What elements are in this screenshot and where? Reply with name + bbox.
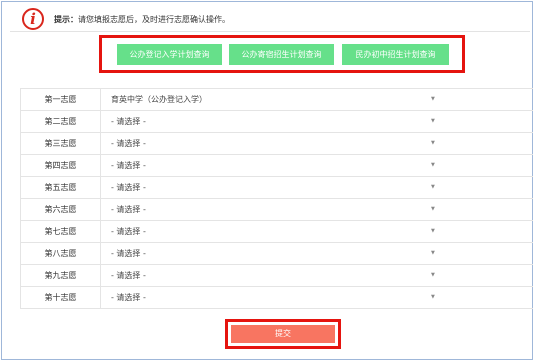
preference-label: 第二志愿: [21, 111, 101, 132]
chevron-down-icon: ▼: [431, 140, 435, 146]
preference-select-2[interactable]: - 请选择 - ▼: [101, 111, 533, 132]
preference-label: 第九志愿: [21, 265, 101, 286]
preference-select-3[interactable]: - 请选择 - ▼: [101, 133, 533, 154]
preference-select-1[interactable]: 育英中学（公办登记入学） ▼: [101, 89, 533, 110]
select-value: - 请选择 -: [111, 161, 146, 170]
preference-table: 第一志愿 育英中学（公办登记入学） ▼ 第二志愿 - 请选择 - ▼ 第三志愿 - …: [20, 88, 533, 309]
chevron-down-icon: ▼: [431, 118, 435, 124]
preference-label: 第五志愿: [21, 177, 101, 198]
preference-row-4: 第四志愿 - 请选择 - ▼: [21, 155, 533, 177]
preference-label: 第八志愿: [21, 243, 101, 264]
chevron-down-icon: ▼: [431, 96, 435, 102]
select-value: 育英中学（公办登记入学）: [111, 95, 207, 104]
select-value: - 请选择 -: [111, 205, 146, 214]
select-value: - 请选择 -: [111, 117, 146, 126]
chevron-down-icon: ▼: [431, 184, 435, 190]
preference-select-7[interactable]: - 请选择 - ▼: [101, 221, 533, 242]
select-value: - 请选择 -: [111, 227, 146, 236]
page-frame: i 提示：请您填报志愿后，及时进行志愿确认操作。 公办登记入学计划查询 公办寄宿…: [1, 1, 533, 360]
submit-highlight: 提交: [225, 319, 341, 349]
preference-label: 第十志愿: [21, 287, 101, 308]
preference-label: 第七志愿: [21, 221, 101, 242]
tip-text: 请您填报志愿后，及时进行志愿确认操作。: [78, 15, 230, 24]
preference-row-3: 第三志愿 - 请选择 - ▼: [21, 133, 533, 155]
chevron-down-icon: ▼: [431, 162, 435, 168]
chevron-down-icon: ▼: [431, 206, 435, 212]
preference-row-9: 第九志愿 - 请选择 - ▼: [21, 265, 533, 287]
preference-label: 第四志愿: [21, 155, 101, 176]
chevron-down-icon: ▼: [431, 228, 435, 234]
select-value: - 请选择 -: [111, 183, 146, 192]
preference-select-5[interactable]: - 请选择 - ▼: [101, 177, 533, 198]
select-value: - 请选择 -: [111, 293, 146, 302]
divider: [10, 31, 530, 32]
private-junior-high-plan-query-button[interactable]: 民办初中招生计划查询: [342, 44, 449, 65]
chevron-down-icon: ▼: [431, 272, 435, 278]
preference-label: 第三志愿: [21, 133, 101, 154]
select-value: - 请选择 -: [111, 271, 146, 280]
preference-row-7: 第七志愿 - 请选择 - ▼: [21, 221, 533, 243]
select-value: - 请选择 -: [111, 249, 146, 258]
preference-row-5: 第五志愿 - 请选择 - ▼: [21, 177, 533, 199]
preference-select-8[interactable]: - 请选择 - ▼: [101, 243, 533, 264]
preference-label: 第一志愿: [21, 89, 101, 110]
submit-button[interactable]: 提交: [231, 325, 335, 343]
preference-select-9[interactable]: - 请选择 - ▼: [101, 265, 533, 286]
preference-row-1: 第一志愿 育英中学（公办登记入学） ▼: [21, 89, 533, 111]
select-value: - 请选择 -: [111, 139, 146, 148]
preference-label: 第六志愿: [21, 199, 101, 220]
public-registration-plan-query-button[interactable]: 公办登记入学计划查询: [117, 44, 222, 65]
query-buttons-highlight: 公办登记入学计划查询 公办寄宿招生计划查询 民办初中招生计划查询: [99, 35, 465, 73]
preference-select-6[interactable]: - 请选择 - ▼: [101, 199, 533, 220]
preference-row-10: 第十志愿 - 请选择 - ▼: [21, 287, 533, 309]
public-boarding-plan-query-button[interactable]: 公办寄宿招生计划查询: [229, 44, 334, 65]
chevron-down-icon: ▼: [431, 250, 435, 256]
preference-select-10[interactable]: - 请选择 - ▼: [101, 287, 533, 308]
info-icon: i: [22, 8, 44, 30]
tip-prefix: 提示：: [54, 15, 78, 24]
chevron-down-icon: ▼: [431, 294, 435, 300]
preference-row-8: 第八志愿 - 请选择 - ▼: [21, 243, 533, 265]
preference-row-6: 第六志愿 - 请选择 - ▼: [21, 199, 533, 221]
preference-select-4[interactable]: - 请选择 - ▼: [101, 155, 533, 176]
tip-message: 提示：请您填报志愿后，及时进行志愿确认操作。: [54, 14, 230, 25]
preference-row-2: 第二志愿 - 请选择 - ▼: [21, 111, 533, 133]
